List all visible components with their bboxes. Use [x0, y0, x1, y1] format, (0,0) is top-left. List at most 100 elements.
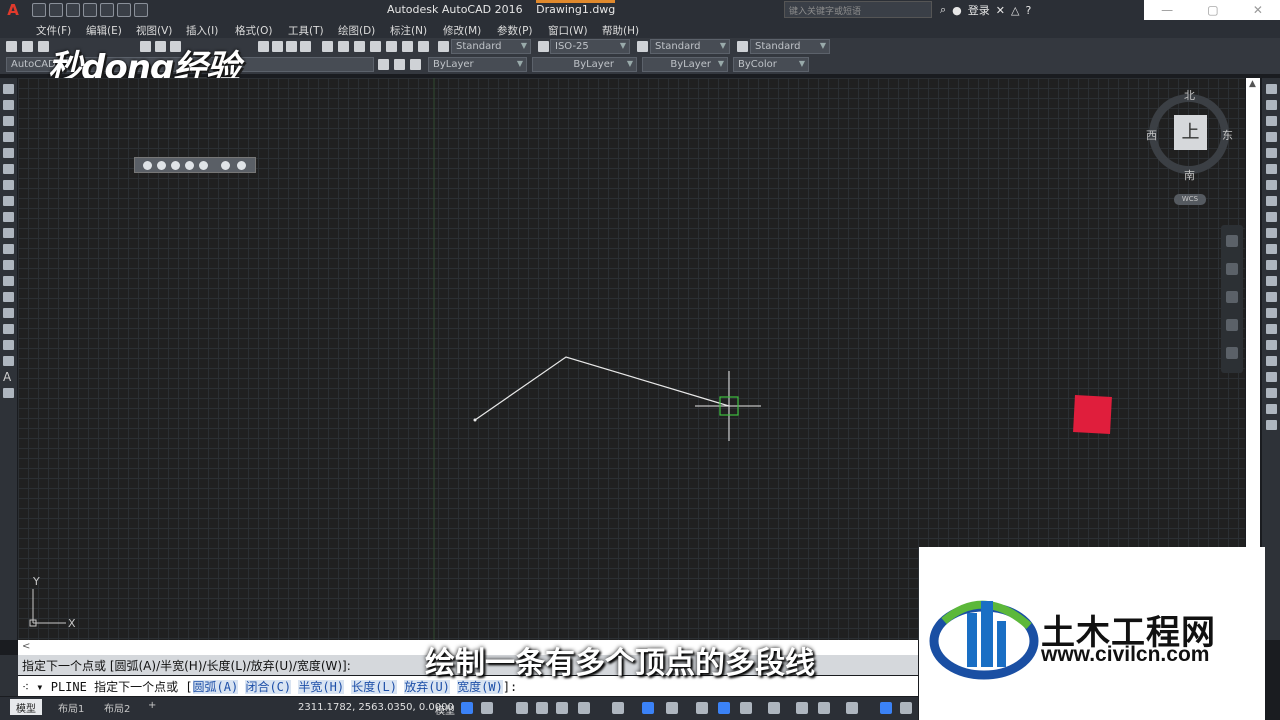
- ellipse-arc-icon[interactable]: [3, 244, 14, 254]
- dim-style-select[interactable]: ISO-25 ▼: [550, 39, 630, 54]
- 3d-osnap-icon[interactable]: [718, 702, 730, 714]
- sheet-set-icon[interactable]: [370, 41, 381, 52]
- tab-layout1[interactable]: 布局1: [52, 699, 90, 715]
- hardware-acceleration-icon[interactable]: [880, 702, 892, 714]
- option-halfwidth[interactable]: 半宽(H): [298, 680, 345, 694]
- blend-icon[interactable]: [1266, 340, 1277, 350]
- construction-line-icon[interactable]: [3, 100, 14, 110]
- pan-icon[interactable]: [258, 41, 269, 52]
- extend-icon[interactable]: [1266, 244, 1277, 254]
- hatch-icon[interactable]: [3, 308, 14, 318]
- fillet-icon[interactable]: [1266, 324, 1277, 334]
- zoom-realtime-icon[interactable]: [272, 41, 283, 52]
- join-icon[interactable]: [1266, 292, 1277, 302]
- text-style-icon[interactable]: [438, 41, 449, 52]
- menu-dimension[interactable]: 标注(N): [390, 23, 427, 38]
- option-close[interactable]: 闭合(C): [245, 680, 292, 694]
- polyline-icon[interactable]: [3, 116, 14, 126]
- ortho-icon[interactable]: [516, 702, 528, 714]
- move-icon[interactable]: [1266, 164, 1277, 174]
- search-input[interactable]: 键入关键字或短语: [784, 1, 932, 18]
- minimize-icon[interactable]: —: [1161, 3, 1173, 17]
- make-block-icon[interactable]: [3, 276, 14, 286]
- pan-icon[interactable]: [1226, 263, 1238, 275]
- menu-draw[interactable]: 绘图(D): [338, 23, 375, 38]
- help-icon[interactable]: [418, 41, 429, 52]
- menu-format[interactable]: 格式(O): [235, 23, 272, 38]
- steering-wheel-icon[interactable]: [1226, 235, 1238, 247]
- design-center-icon[interactable]: [338, 41, 349, 52]
- leader-icon[interactable]: [1266, 388, 1277, 398]
- login-button[interactable]: 登录: [968, 2, 990, 18]
- point-icon[interactable]: [3, 292, 14, 302]
- add-selected-icon[interactable]: [3, 388, 14, 398]
- autocad-logo-icon[interactable]: A: [0, 0, 26, 20]
- grid-icon[interactable]: [461, 702, 473, 714]
- explode-icon[interactable]: [1266, 356, 1277, 366]
- tab-layout2[interactable]: 布局2: [98, 699, 136, 715]
- view-right-icon[interactable]: [185, 161, 194, 170]
- print-icon[interactable]: [100, 3, 114, 17]
- mtext-icon[interactable]: A: [3, 371, 14, 383]
- tolerance-icon[interactable]: [1266, 404, 1277, 414]
- option-length[interactable]: 长度(L): [351, 680, 397, 694]
- annotation-monitor-icon[interactable]: [818, 702, 830, 714]
- open-icon[interactable]: [22, 41, 33, 52]
- new-icon[interactable]: [32, 3, 46, 17]
- open-icon[interactable]: [49, 3, 63, 17]
- osnap-icon[interactable]: [612, 702, 624, 714]
- isodraft-icon[interactable]: [556, 702, 568, 714]
- trim-icon[interactable]: [1266, 228, 1277, 238]
- offset-icon[interactable]: [1266, 132, 1277, 142]
- restore-icon[interactable]: ▢: [1207, 3, 1218, 17]
- linetype-select[interactable]: ByLayer ▼: [532, 57, 637, 72]
- break-icon[interactable]: [1266, 276, 1277, 286]
- properties-icon[interactable]: [322, 41, 333, 52]
- rectangle-icon[interactable]: [3, 148, 14, 158]
- color-select[interactable]: ByLayer ▼: [428, 57, 527, 72]
- close-icon[interactable]: ✕: [1253, 3, 1263, 17]
- customization-icon[interactable]: [900, 702, 912, 714]
- region-icon[interactable]: [3, 340, 14, 350]
- layer-state-icon[interactable]: [410, 59, 421, 70]
- isolate-objects-icon[interactable]: [846, 702, 858, 714]
- mleader-style-icon[interactable]: [737, 41, 748, 52]
- compass-north[interactable]: 北: [1184, 87, 1195, 103]
- workspace-switch-icon[interactable]: [796, 702, 808, 714]
- scroll-up-icon[interactable]: ▲: [1249, 79, 1256, 89]
- snap-icon[interactable]: [481, 702, 493, 714]
- viewcube[interactable]: 上 北 南 西 东 WCS: [1140, 84, 1240, 214]
- new-icon[interactable]: [6, 41, 17, 52]
- scroll-left-icon[interactable]: <: [22, 641, 30, 652]
- circle-icon[interactable]: [3, 180, 14, 190]
- compass-south[interactable]: 南: [1184, 167, 1195, 183]
- option-arc[interactable]: 圆弧(A): [192, 680, 239, 694]
- stretch-icon[interactable]: [1266, 212, 1277, 222]
- text-style-select[interactable]: Standard ▼: [451, 39, 531, 54]
- view-left-icon[interactable]: [171, 161, 180, 170]
- menu-file[interactable]: 文件(F): [36, 23, 71, 38]
- lineweight-select[interactable]: ByLayer ▼: [642, 57, 728, 72]
- compass-east[interactable]: 东: [1222, 127, 1233, 143]
- ellipse-icon[interactable]: [3, 228, 14, 238]
- selection-cycling-icon[interactable]: [696, 702, 708, 714]
- dimension-icon[interactable]: [1266, 372, 1277, 382]
- table-style-icon[interactable]: [637, 41, 648, 52]
- tool-palettes-icon[interactable]: [354, 41, 365, 52]
- orbit-icon[interactable]: [1226, 319, 1238, 331]
- dim-style-icon[interactable]: [538, 41, 549, 52]
- menu-edit[interactable]: 编辑(E): [86, 23, 122, 38]
- center-mark-icon[interactable]: [1266, 420, 1277, 430]
- array-icon[interactable]: [1266, 148, 1277, 158]
- dynamic-ucs-icon[interactable]: [740, 702, 752, 714]
- break-point-icon[interactable]: [1266, 260, 1277, 270]
- zoom-previous-icon[interactable]: [300, 41, 311, 52]
- a360-icon[interactable]: △: [1011, 4, 1019, 17]
- menu-window[interactable]: 窗口(W): [548, 23, 588, 38]
- menu-help[interactable]: 帮助(H): [602, 23, 639, 38]
- polar-icon[interactable]: [536, 702, 548, 714]
- menu-modify[interactable]: 修改(M): [443, 23, 481, 38]
- arc-icon[interactable]: [3, 164, 14, 174]
- menu-insert[interactable]: 插入(I): [186, 23, 218, 38]
- compass-west[interactable]: 西: [1146, 127, 1157, 143]
